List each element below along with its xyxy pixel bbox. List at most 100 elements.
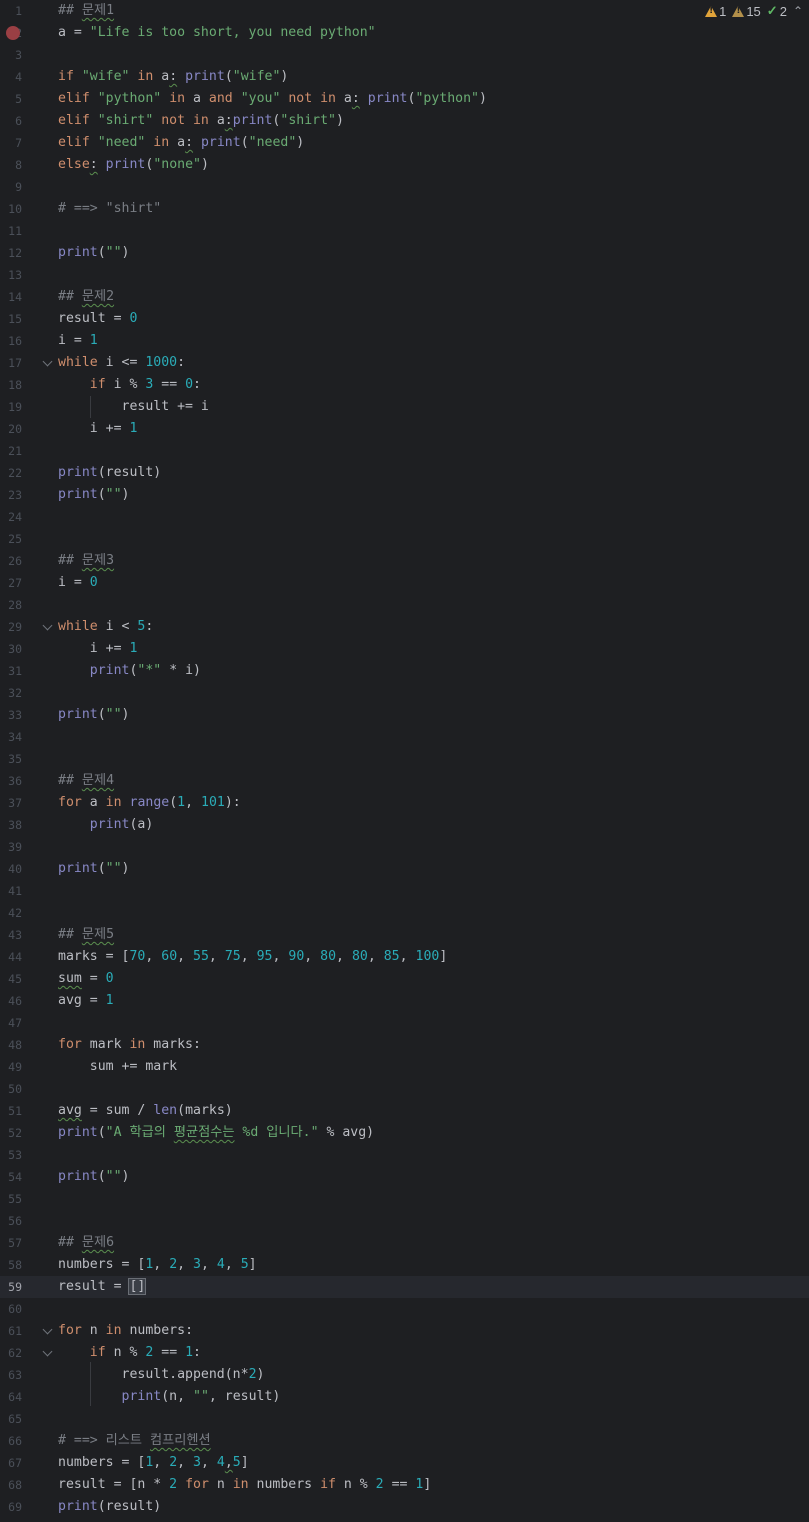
code-text[interactable]: result = [] <box>58 1276 147 1298</box>
code-text[interactable]: avg = 1 <box>58 990 114 1012</box>
line-number[interactable]: 39 <box>0 836 22 858</box>
line-number[interactable]: 56 <box>0 1210 22 1232</box>
code-text[interactable]: result.append(n*2) <box>58 1364 265 1386</box>
breakpoint-icon[interactable] <box>6 26 20 40</box>
line-number[interactable]: 24 <box>0 506 22 528</box>
code-line[interactable]: 65 <box>0 1408 809 1430</box>
code-line[interactable]: 62 if n % 2 == 1: <box>0 1342 809 1364</box>
code-line[interactable]: 6 elif "shirt" not in a:print("shirt") <box>0 110 809 132</box>
code-line[interactable]: 39 <box>0 836 809 858</box>
code-line[interactable]: 10 # ==> "shirt" <box>0 198 809 220</box>
code-line[interactable]: 64 print(n, "", result) <box>0 1386 809 1408</box>
code-line[interactable]: 69 print(result) <box>0 1496 809 1518</box>
code-text[interactable]: print(a) <box>58 814 154 836</box>
code-line[interactable]: 13 <box>0 264 809 286</box>
code-line[interactable]: 44 marks = [70, 60, 55, 75, 95, 90, 80, 8… <box>0 946 809 968</box>
line-number[interactable]: 3 <box>0 44 22 66</box>
inspection-widget[interactable]: 1 15 ✓ 2 ⌃ <box>701 2 803 20</box>
line-number[interactable]: 42 <box>0 902 22 924</box>
line-number[interactable]: 49 <box>0 1056 22 1078</box>
code-line[interactable]: 52 print("A 학급의 평균점수는 %d 입니다." % avg) <box>0 1122 809 1144</box>
fold-chevron-icon[interactable] <box>42 356 53 367</box>
code-line[interactable]: 8 else: print("none") <box>0 154 809 176</box>
line-number[interactable]: 38 <box>0 814 22 836</box>
code-text[interactable]: result = 0 <box>58 308 137 330</box>
code-line[interactable]: 28 <box>0 594 809 616</box>
code-line[interactable]: 47 <box>0 1012 809 1034</box>
line-number[interactable]: 60 <box>0 1298 22 1320</box>
line-number[interactable]: 36 <box>0 770 22 792</box>
code-line[interactable]: 19 result += i <box>0 396 809 418</box>
chevron-up-icon[interactable]: ⌃ <box>793 4 803 18</box>
code-text[interactable]: if "wife" in a: print("wife") <box>58 66 288 88</box>
line-number[interactable]: 63 <box>0 1364 22 1386</box>
code-line[interactable]: 14 ## 문제2 <box>0 286 809 308</box>
code-text[interactable]: avg = sum / len(marks) <box>58 1100 233 1122</box>
code-line[interactable]: 60 <box>0 1298 809 1320</box>
code-line[interactable]: 56 <box>0 1210 809 1232</box>
line-number[interactable]: 65 <box>0 1408 22 1430</box>
line-number[interactable]: 62 <box>0 1342 22 1364</box>
line-number[interactable]: 66 <box>0 1430 22 1452</box>
line-number[interactable]: 48 <box>0 1034 22 1056</box>
line-number[interactable]: 67 <box>0 1452 22 1474</box>
code-line[interactable]: 26 ## 문제3 <box>0 550 809 572</box>
line-number[interactable]: 50 <box>0 1078 22 1100</box>
code-line[interactable]: 21 <box>0 440 809 462</box>
line-number[interactable]: 69 <box>0 1496 22 1518</box>
code-text[interactable]: print("A 학급의 평균점수는 %d 입니다." % avg) <box>58 1122 374 1144</box>
code-line[interactable]: 41 <box>0 880 809 902</box>
line-number[interactable]: 23 <box>0 484 22 506</box>
line-number[interactable]: 1 <box>0 0 22 22</box>
code-editor[interactable]: 1 ## 문제12a = "Life is too short, you need… <box>0 0 809 1522</box>
line-number[interactable]: 45 <box>0 968 22 990</box>
line-number[interactable]: 18 <box>0 374 22 396</box>
code-text[interactable]: if i % 3 == 0: <box>58 374 201 396</box>
code-line[interactable]: 63 result.append(n*2) <box>0 1364 809 1386</box>
line-number[interactable]: 59 <box>0 1276 22 1298</box>
line-number[interactable]: 57 <box>0 1232 22 1254</box>
code-line[interactable]: 16 i = 1 <box>0 330 809 352</box>
code-line[interactable]: 27 i = 0 <box>0 572 809 594</box>
code-text[interactable]: print("") <box>58 858 130 880</box>
code-text[interactable]: elif "shirt" not in a:print("shirt") <box>58 110 344 132</box>
line-number[interactable]: 46 <box>0 990 22 1012</box>
code-text[interactable]: result = [n * 2 for n in numbers if n % … <box>58 1474 431 1496</box>
code-line[interactable]: 3 <box>0 44 809 66</box>
line-number[interactable]: 11 <box>0 220 22 242</box>
code-line[interactable]: 68 result = [n * 2 for n in numbers if n … <box>0 1474 809 1496</box>
code-text[interactable]: if n % 2 == 1: <box>58 1342 201 1364</box>
code-text[interactable]: else: print("none") <box>58 154 209 176</box>
line-number[interactable]: 47 <box>0 1012 22 1034</box>
code-line[interactable]: 45 sum = 0 <box>0 968 809 990</box>
code-text[interactable]: print(n, "", result) <box>58 1386 281 1408</box>
line-number[interactable]: 13 <box>0 264 22 286</box>
line-number[interactable]: 16 <box>0 330 22 352</box>
code-line[interactable]: 25 <box>0 528 809 550</box>
code-line[interactable]: 15 result = 0 <box>0 308 809 330</box>
line-number[interactable]: 26 <box>0 550 22 572</box>
code-line[interactable]: 17 while i <= 1000: <box>0 352 809 374</box>
line-number[interactable]: 8 <box>0 154 22 176</box>
line-number[interactable]: 64 <box>0 1386 22 1408</box>
code-text[interactable]: elif "need" in a: print("need") <box>58 132 304 154</box>
code-line[interactable]: 2a = "Life is too short, you need python… <box>0 22 809 44</box>
code-line[interactable]: 51 avg = sum / len(marks) <box>0 1100 809 1122</box>
line-number[interactable]: 12 <box>0 242 22 264</box>
code-line[interactable]: 35 <box>0 748 809 770</box>
code-line[interactable]: 33 print("") <box>0 704 809 726</box>
code-line[interactable]: 18 if i % 3 == 0: <box>0 374 809 396</box>
code-line[interactable]: 59 result = [] <box>0 1276 809 1298</box>
code-line[interactable]: 5 elif "python" in a and "you" not in a: … <box>0 88 809 110</box>
code-text[interactable]: ## 문제3 <box>58 550 114 572</box>
line-number[interactable]: 35 <box>0 748 22 770</box>
code-line[interactable]: 11 <box>0 220 809 242</box>
code-text[interactable]: for a in range(1, 101): <box>58 792 241 814</box>
line-number[interactable]: 37 <box>0 792 22 814</box>
code-text[interactable]: for mark in marks: <box>58 1034 201 1056</box>
code-text[interactable]: # ==> "shirt" <box>58 198 161 220</box>
typo-count[interactable]: ✓ 2 <box>767 3 787 19</box>
code-text[interactable]: while i < 5: <box>58 616 153 638</box>
code-text[interactable]: while i <= 1000: <box>58 352 185 374</box>
line-number[interactable]: 41 <box>0 880 22 902</box>
